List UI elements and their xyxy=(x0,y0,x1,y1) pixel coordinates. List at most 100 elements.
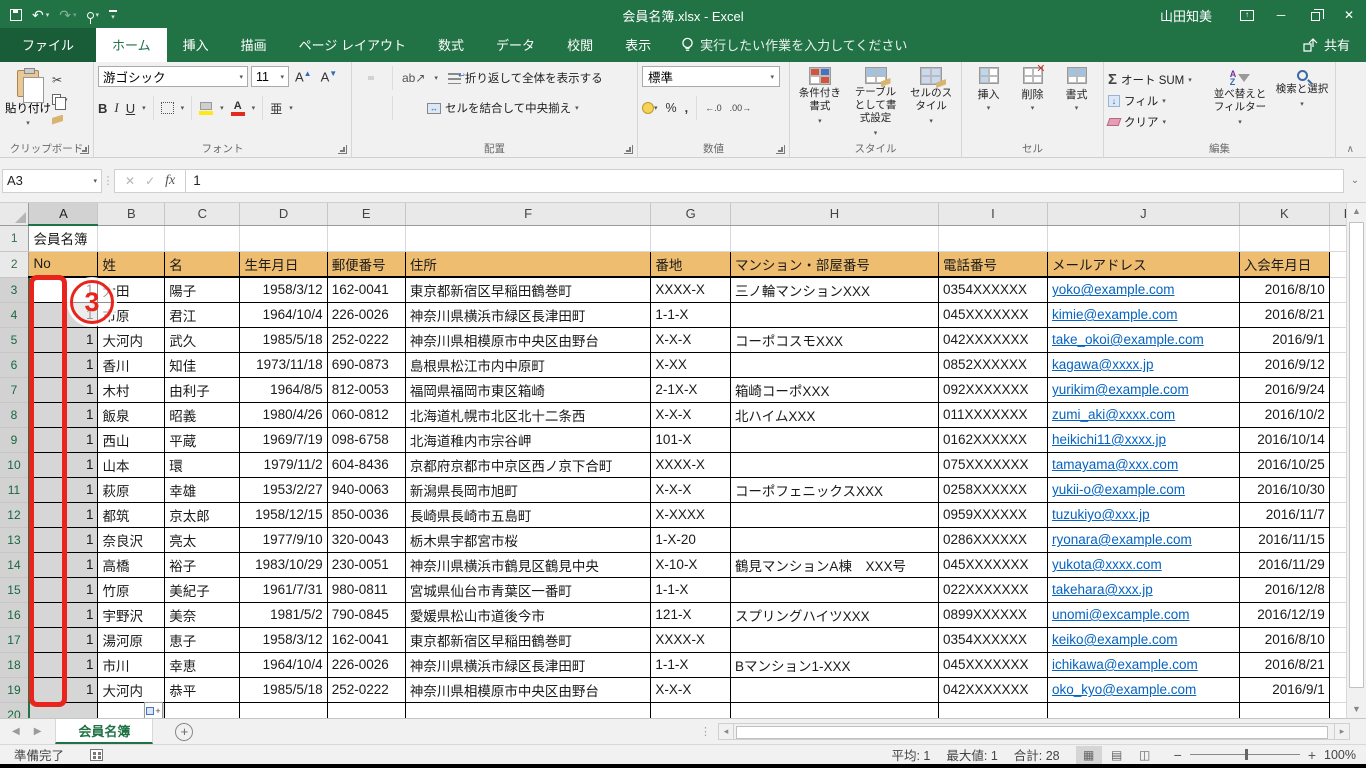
cell-I18[interactable]: 045XXXXXXX xyxy=(937,651,1048,678)
cell-styles-button[interactable]: セルのスタイル ▾ xyxy=(905,67,957,140)
cell-D5[interactable]: 1985/5/18 xyxy=(239,326,328,353)
cell-E5[interactable]: 252-0222 xyxy=(326,326,406,353)
email-link[interactable]: yukota@xxxx.com xyxy=(1052,557,1162,572)
cell-G13[interactable]: 1-X-20 xyxy=(650,526,731,553)
cell-row1-K[interactable] xyxy=(1239,225,1330,252)
row-header-13[interactable]: 13 xyxy=(0,527,30,553)
cell-F15[interactable]: 宮城県仙台市青葉区一番町 xyxy=(404,576,652,603)
cell-F14[interactable]: 神奈川県横浜市鶴見区鶴見中央 xyxy=(404,551,652,578)
email-link[interactable]: yoko@example.com xyxy=(1052,282,1175,297)
cell-A1[interactable]: 会員名簿 xyxy=(28,225,99,252)
tab-scroll-splitter[interactable]: ⋮ xyxy=(700,725,712,738)
cell-I14[interactable]: 045XXXXXXX xyxy=(937,551,1048,578)
vertical-scroll-thumb[interactable] xyxy=(1349,222,1364,688)
cell-F7[interactable]: 福岡県福岡市東区箱崎 xyxy=(404,376,652,403)
cell-E16[interactable]: 790-0845 xyxy=(326,601,406,628)
column-header-G[interactable]: G xyxy=(650,203,731,226)
cell-K15[interactable]: 2016/12/8 xyxy=(1238,576,1330,603)
vertical-scrollbar[interactable]: ▲ ▼ xyxy=(1346,203,1366,718)
table-header-G2[interactable]: 番地 xyxy=(650,250,731,278)
email-link[interactable]: kagawa@xxxx.jp xyxy=(1052,357,1154,372)
cell-F16[interactable]: 愛媛県松山市道後今市 xyxy=(404,601,652,628)
cell-C4[interactable]: 君江 xyxy=(164,301,241,328)
cell-F13[interactable]: 栃木県宇都宮市桜 xyxy=(404,526,652,553)
scroll-left-icon[interactable]: ◂ xyxy=(718,723,734,740)
cell-row1-B[interactable] xyxy=(97,225,166,252)
column-header-H[interactable]: H xyxy=(730,203,939,226)
cell-K7[interactable]: 2016/9/24 xyxy=(1238,376,1330,403)
cell-K5[interactable]: 2016/9/1 xyxy=(1238,326,1330,353)
phonetic-dropdown-icon[interactable]: ▾ xyxy=(289,104,293,112)
save-button[interactable] xyxy=(10,9,22,21)
zoom-level[interactable]: 100% xyxy=(1324,748,1356,762)
copy-button[interactable]: ▾ xyxy=(52,92,68,110)
column-header-A[interactable]: A xyxy=(28,203,99,226)
cell-K6[interactable]: 2016/9/12 xyxy=(1238,351,1330,378)
cell-C18[interactable]: 幸恵 xyxy=(164,651,241,678)
cell-G20[interactable] xyxy=(650,701,731,718)
decrease-decimal-button[interactable]: .00→ xyxy=(730,103,752,113)
cell-E6[interactable]: 690-0873 xyxy=(326,351,406,378)
cell-G11[interactable]: X-X-X xyxy=(650,476,731,503)
increase-indent-button[interactable] xyxy=(411,106,417,110)
autosum-button[interactable]: Σ オート SUM ▾ xyxy=(1108,71,1205,88)
font-color-button[interactable]: A xyxy=(230,100,245,116)
cell-F19[interactable]: 神奈川県相模原市中央区由野台 xyxy=(404,676,652,703)
redo-button[interactable]: ↷ ▾ xyxy=(59,7,76,24)
collapse-ribbon-button[interactable]: ∧ xyxy=(1347,144,1354,155)
cell-J7[interactable]: yurikim@example.com xyxy=(1046,376,1240,403)
cell-G19[interactable]: X-X-X xyxy=(650,676,731,703)
row-header-12[interactable]: 12 xyxy=(0,502,30,528)
bold-button[interactable]: B xyxy=(98,101,107,116)
cell-B7[interactable]: 木村 xyxy=(97,376,166,403)
cell-B18[interactable]: 市川 xyxy=(97,651,166,678)
cell-B9[interactable]: 西山 xyxy=(97,426,166,453)
cell-J4[interactable]: kimie@example.com xyxy=(1046,301,1240,328)
cell-J16[interactable]: unomi@excample.com xyxy=(1046,601,1240,628)
email-link[interactable]: kimie@example.com xyxy=(1052,307,1178,322)
cell-B6[interactable]: 香川 xyxy=(97,351,166,378)
zoom-slider-thumb[interactable] xyxy=(1244,749,1248,760)
cell-G7[interactable]: 2-1X-X xyxy=(650,376,731,403)
ribbon-tab-ページ レイアウト[interactable]: ページ レイアウト xyxy=(283,28,422,62)
cell-K16[interactable]: 2016/12/19 xyxy=(1238,601,1330,628)
formula-input[interactable]: 1 xyxy=(186,168,1344,193)
next-sheet-icon[interactable]: ▶ xyxy=(34,726,42,737)
cell-E11[interactable]: 940-0063 xyxy=(326,476,406,503)
row-header-19[interactable]: 19 xyxy=(0,677,30,703)
font-color-dropdown-icon[interactable]: ▾ xyxy=(252,104,256,112)
cell-H3[interactable]: 三ノ輪マンションXXX xyxy=(729,276,939,303)
undo-dropdown-icon[interactable]: ▾ xyxy=(46,11,50,19)
cell-I6[interactable]: 0852XXXXXX xyxy=(937,351,1048,378)
cell-K19[interactable]: 2016/9/1 xyxy=(1238,676,1330,703)
email-link[interactable]: tamayama@xxx.com xyxy=(1052,457,1178,472)
cell-J12[interactable]: tuzukiyo@xxx.jp xyxy=(1046,501,1240,528)
cell-K8[interactable]: 2016/10/2 xyxy=(1238,401,1330,428)
cell-D11[interactable]: 1953/2/27 xyxy=(239,476,328,503)
cell-I4[interactable]: 045XXXXXXX xyxy=(937,301,1048,328)
cell-H10[interactable] xyxy=(729,451,939,478)
column-header-D[interactable]: D xyxy=(239,203,328,226)
font-name-dropdown-icon[interactable]: ▾ xyxy=(239,73,243,81)
cell-row1-I[interactable] xyxy=(938,225,1048,252)
decrease-font-button[interactable]: A▼ xyxy=(318,69,341,84)
close-button[interactable]: ✕ xyxy=(1332,0,1366,30)
format-cells-button[interactable]: 書式 ▾ xyxy=(1058,67,1096,140)
cell-D13[interactable]: 1977/9/10 xyxy=(239,526,328,553)
cell-B10[interactable]: 山本 xyxy=(97,451,166,478)
row-header-16[interactable]: 16 xyxy=(0,602,30,628)
share-button[interactable]: 共有 xyxy=(1287,35,1366,62)
cell-I12[interactable]: 0959XXXXXX xyxy=(937,501,1048,528)
row-header-9[interactable]: 9 xyxy=(0,427,30,453)
cell-H18[interactable]: Bマンション1-XXX xyxy=(729,651,939,678)
cell-J5[interactable]: take_okoi@example.com xyxy=(1046,326,1240,353)
underline-dropdown-icon[interactable]: ▾ xyxy=(142,104,146,112)
cell-I19[interactable]: 042XXXXXXX xyxy=(937,676,1048,703)
cell-K14[interactable]: 2016/11/29 xyxy=(1238,551,1330,578)
insert-cells-button[interactable]: 挿入 ▾ xyxy=(970,67,1008,140)
cell-B14[interactable]: 高橋 xyxy=(97,551,166,578)
cell-J6[interactable]: kagawa@xxxx.jp xyxy=(1046,351,1240,378)
cell-D6[interactable]: 1973/11/18 xyxy=(239,351,328,378)
phonetic-button[interactable]: 亜 xyxy=(270,100,282,117)
email-link[interactable]: take_okoi@example.com xyxy=(1052,332,1204,347)
